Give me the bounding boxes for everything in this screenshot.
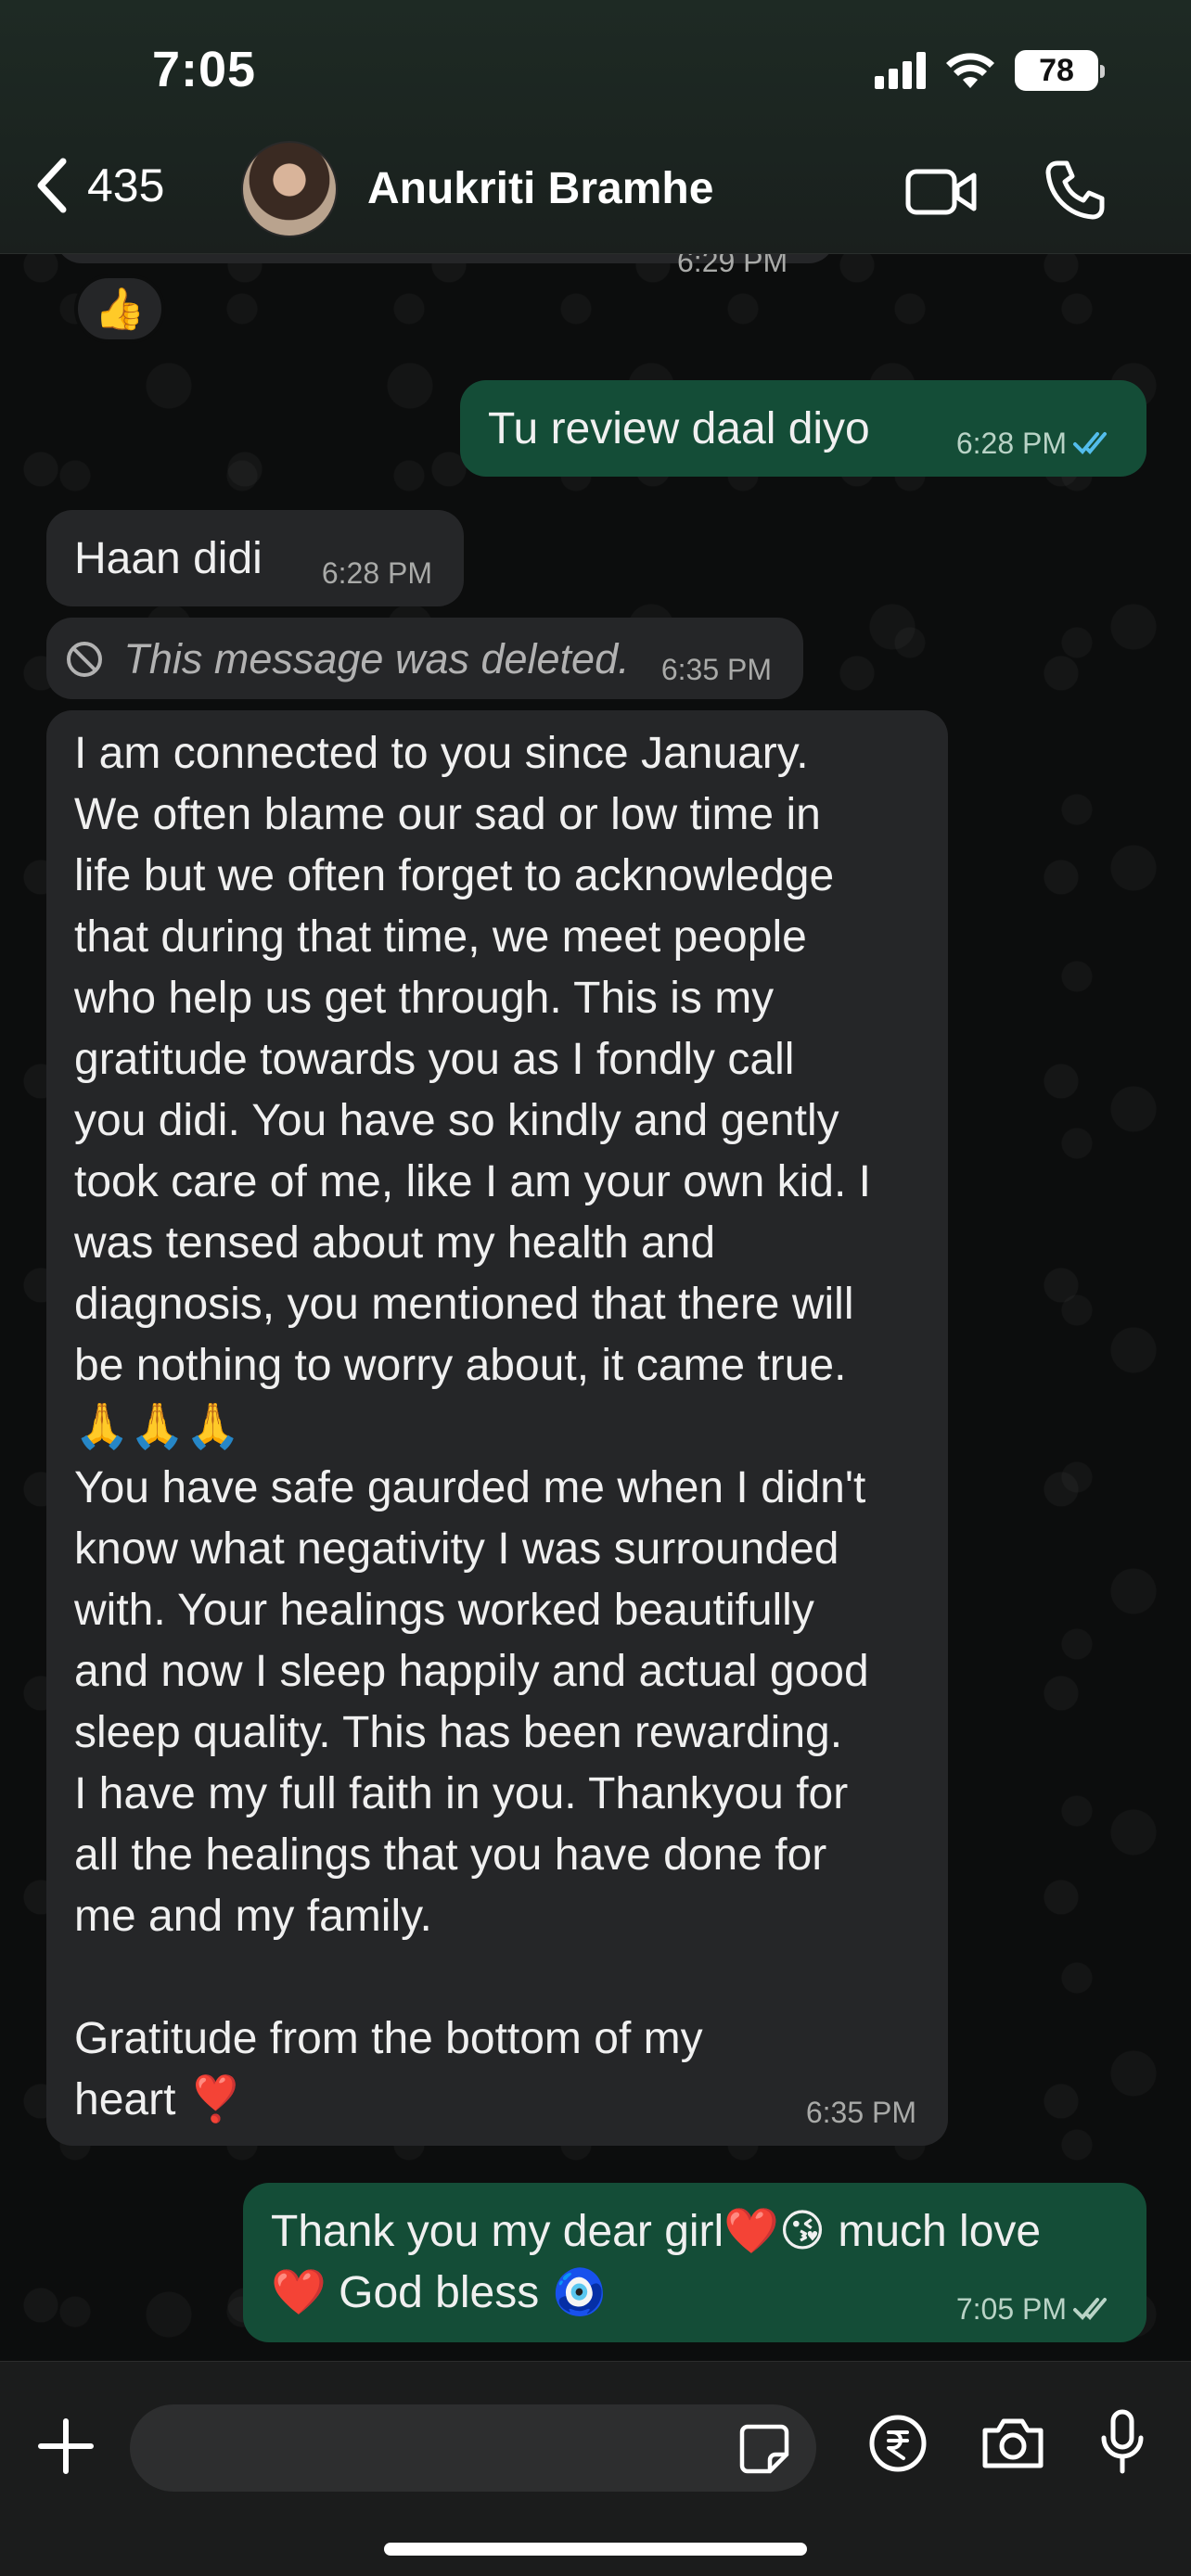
message-meta: 6:35 PM bbox=[661, 653, 772, 686]
message-time: 6:35 PM bbox=[660, 653, 772, 686]
message-text: I am connected to you since January. We … bbox=[74, 729, 872, 2124]
previous-message-time: 6:29 PM bbox=[677, 254, 788, 278]
wifi-icon bbox=[946, 53, 994, 88]
message-time: 6:35 PM bbox=[805, 2096, 916, 2129]
message-meta: 6:35 PM bbox=[806, 2096, 916, 2129]
status-icons: 78 bbox=[875, 46, 1105, 95]
video-call-icon[interactable] bbox=[905, 167, 978, 217]
thumbs-up-reaction[interactable]: 👍 bbox=[74, 274, 165, 343]
message-bubble-outgoing[interactable]: Thank you my dear girl❤️😘 much love ❤️ G… bbox=[243, 2183, 1146, 2342]
message-text: Tu review daal diyo bbox=[488, 404, 870, 453]
sticker-icon[interactable] bbox=[738, 2423, 790, 2475]
message-list[interactable]: 6:29 PM 👍 Tu review daal diyo 6:28 PM Ha… bbox=[0, 254, 1191, 2361]
battery-level: 78 bbox=[1039, 52, 1074, 88]
message-time: 6:28 PM bbox=[321, 556, 432, 590]
message-bubble-incoming[interactable]: Haan didi 6:28 PM bbox=[46, 510, 464, 606]
message-text: Haan didi bbox=[74, 534, 263, 583]
rupee-icon[interactable] bbox=[868, 2414, 928, 2473]
message-bubble-incoming[interactable]: I am connected to you since January. We … bbox=[46, 710, 948, 2146]
status-time: 7:05 bbox=[152, 42, 257, 97]
chat-header: 7:05 78 435 Anukriti Bramhe bbox=[0, 0, 1191, 254]
battery-icon: 78 bbox=[1015, 50, 1105, 91]
message-meta: 6:28 PM bbox=[956, 427, 1115, 460]
message-time: 6:28 PM bbox=[955, 427, 1067, 460]
back-button[interactable]: 435 bbox=[33, 158, 164, 213]
message-time: 7:05 PM bbox=[955, 2292, 1067, 2326]
message-meta: 7:05 PM bbox=[956, 2292, 1115, 2326]
deleted-message-text: This message was deleted. bbox=[123, 635, 630, 682]
read-ticks-icon bbox=[1073, 432, 1107, 454]
contact-name[interactable]: Anukriti Bramhe bbox=[367, 163, 713, 214]
unread-count: 435 bbox=[87, 159, 165, 211]
avatar[interactable] bbox=[241, 141, 338, 237]
delivered-ticks-icon bbox=[1073, 2298, 1107, 2320]
plus-icon[interactable] bbox=[37, 2417, 95, 2475]
phone-call-icon[interactable] bbox=[1044, 159, 1106, 221]
home-indicator bbox=[384, 2543, 807, 2556]
cellular-signal-icon bbox=[875, 52, 926, 89]
message-input[interactable] bbox=[130, 2404, 816, 2492]
message-bubble-outgoing[interactable]: Tu review daal diyo 6:28 PM bbox=[460, 380, 1146, 477]
message-meta: 6:28 PM bbox=[322, 556, 432, 590]
back-chevron-icon bbox=[37, 158, 67, 213]
mic-icon[interactable] bbox=[1098, 2408, 1146, 2475]
blocked-icon bbox=[67, 642, 102, 677]
camera-icon[interactable] bbox=[980, 2416, 1046, 2471]
deleted-message-bubble[interactable]: This message was deleted. 6:35 PM bbox=[46, 618, 803, 699]
